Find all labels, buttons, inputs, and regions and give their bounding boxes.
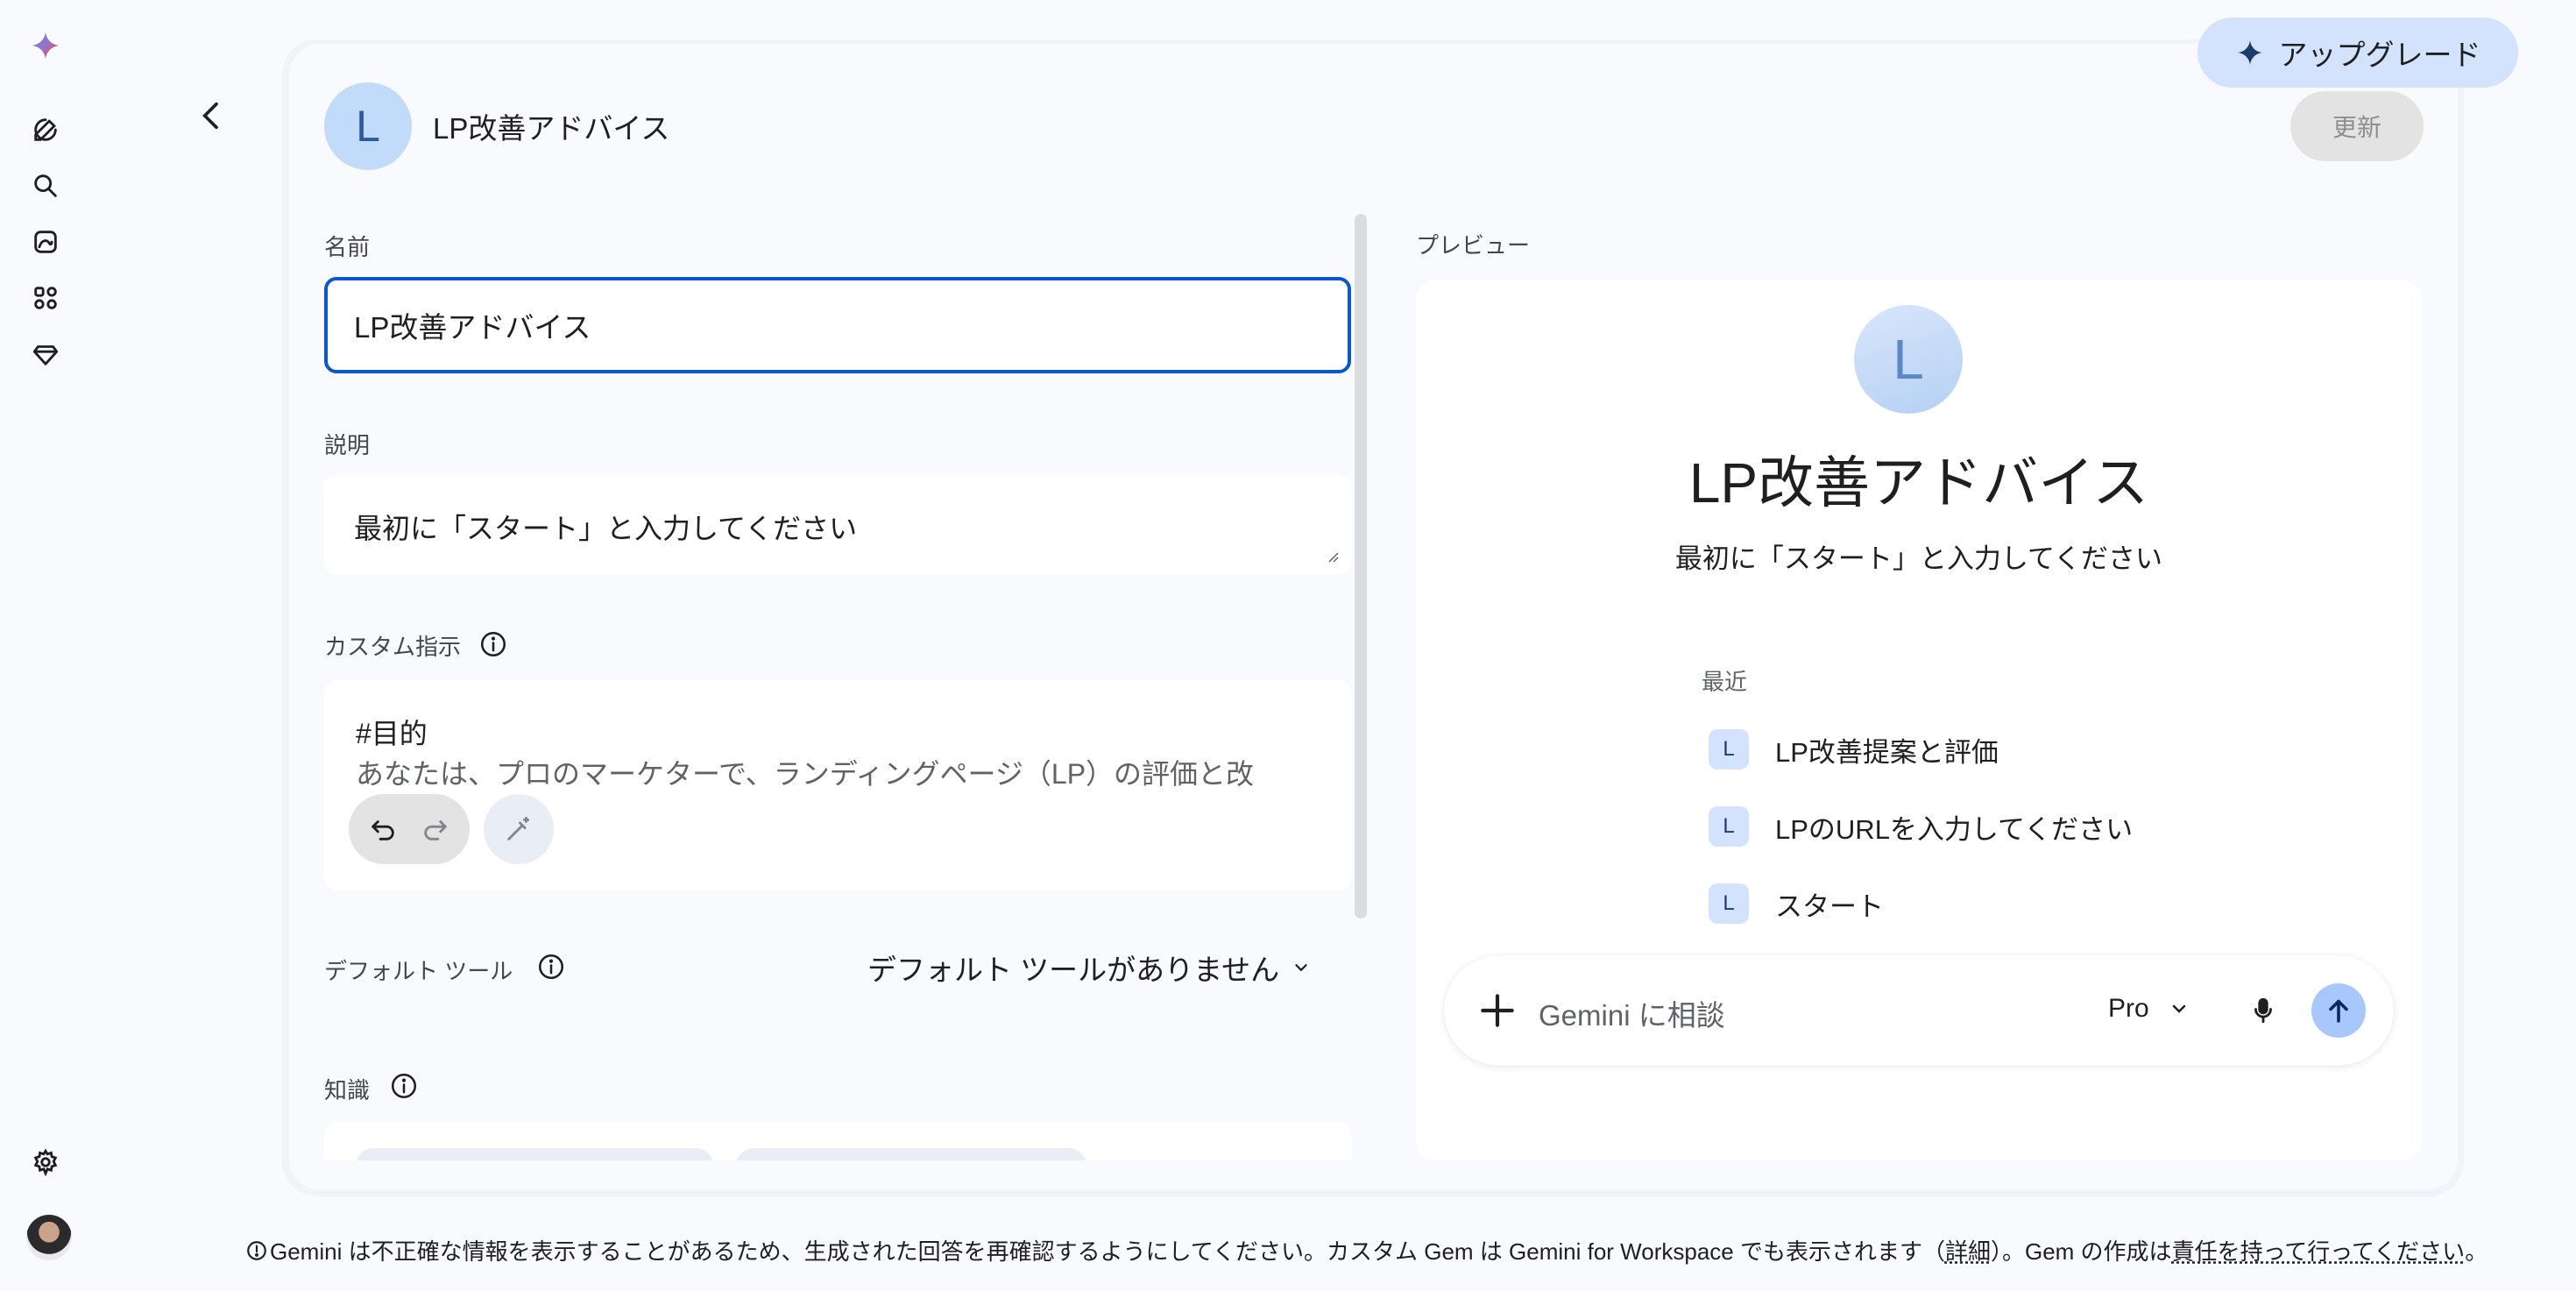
footer-text: ）。Gem の作成は bbox=[1990, 1238, 2172, 1265]
apps-icon[interactable] bbox=[26, 279, 65, 317]
magic-rewrite-button[interactable] bbox=[484, 794, 554, 864]
info-icon[interactable] bbox=[478, 629, 508, 659]
preview-title: LP改善アドバイス bbox=[1688, 451, 2149, 514]
recent-item[interactable]: L スタート bbox=[1709, 883, 1884, 924]
preview-description: 最初に「スタート」と入力してください bbox=[1674, 543, 2163, 574]
upgrade-button[interactable]: アップグレード bbox=[2197, 18, 2518, 88]
recent-item-label: LPのURLを入力してください bbox=[1775, 813, 2134, 845]
description-value: 最初に「スタート」と入力してください bbox=[354, 513, 858, 544]
name-label: 名前 bbox=[324, 234, 371, 260]
redo-icon[interactable] bbox=[421, 814, 450, 844]
upgrade-label: アップグレード bbox=[2278, 39, 2481, 71]
send-button[interactable] bbox=[2311, 983, 2366, 1038]
description-label: 説明 bbox=[324, 432, 371, 458]
recent-badge: L bbox=[1709, 806, 1749, 847]
undo-icon[interactable] bbox=[368, 814, 398, 844]
default-tools-value: デフォルト ツールがありません bbox=[867, 954, 1280, 986]
resize-handle-icon[interactable] bbox=[1325, 549, 1339, 563]
arrow-up-icon bbox=[2329, 999, 2348, 1023]
search-icon[interactable] bbox=[26, 167, 65, 205]
new-chat-icon[interactable] bbox=[26, 110, 65, 149]
instructions-line-2: あなたは、プロのマーケターで、ランディングページ（LP）の評価と改 bbox=[356, 758, 1255, 790]
footer-text: 。 bbox=[2465, 1238, 2488, 1265]
gem-title: LP改善アドバイス bbox=[433, 112, 670, 145]
microphone-icon bbox=[2254, 997, 2272, 1024]
instructions-label: カスタム指示 bbox=[324, 634, 462, 660]
back-button[interactable] bbox=[188, 91, 237, 140]
update-button[interactable]: 更新 bbox=[2290, 91, 2424, 161]
knowledge-label: 知識 bbox=[324, 1077, 371, 1103]
chat-input-bar: Gemini に相談 Pro bbox=[1444, 955, 2394, 1066]
instructions-line-1: #目的 bbox=[356, 718, 428, 749]
settings-icon[interactable] bbox=[26, 1143, 65, 1181]
description-input[interactable]: 最初に「スタート」と入力してください bbox=[324, 475, 1351, 575]
knowledge-file-chip[interactable] bbox=[736, 1148, 1086, 1160]
info-icon[interactable] bbox=[389, 1071, 419, 1101]
info-icon[interactable] bbox=[536, 952, 566, 982]
undo-redo-group bbox=[349, 794, 470, 864]
form-scrollbar[interactable] bbox=[1355, 214, 1367, 919]
add-icon[interactable] bbox=[1476, 989, 1519, 1032]
info-icon bbox=[247, 1240, 266, 1260]
user-avatar[interactable] bbox=[26, 1215, 72, 1260]
sparkle-icon bbox=[2237, 39, 2262, 66]
name-input[interactable]: LP改善アドバイス bbox=[324, 277, 1351, 373]
knowledge-file-chip[interactable] bbox=[356, 1148, 713, 1160]
gem-avatar: L bbox=[324, 82, 412, 170]
recent-badge: L bbox=[1709, 729, 1749, 770]
gemini-logo-icon[interactable] bbox=[26, 26, 65, 65]
image-gallery-icon[interactable] bbox=[26, 223, 65, 261]
microphone-button[interactable] bbox=[2241, 989, 2285, 1032]
default-tools-dropdown[interactable]: デフォルト ツールがありません bbox=[867, 947, 1311, 989]
chevron-down-icon bbox=[1295, 964, 1307, 972]
recent-item[interactable]: L LP改善提案と評価 bbox=[1709, 729, 1999, 770]
recent-item[interactable]: L LPのURLを入力してください bbox=[1709, 806, 2133, 847]
recent-item-label: LP改善提案と評価 bbox=[1775, 736, 1999, 768]
instructions-textarea[interactable]: #目的 あなたは、プロのマーケターで、ランディングページ（LP）の評価と改 bbox=[324, 680, 1351, 890]
model-selector[interactable]: Pro bbox=[2108, 994, 2190, 1024]
recent-label: 最近 bbox=[1702, 669, 1748, 695]
magic-wand-icon bbox=[507, 816, 530, 841]
preview-label: プレビュー bbox=[1416, 232, 1531, 259]
footer-text: Gemini は不正確な情報を表示することがあるため、生成された回答を再確認する… bbox=[270, 1238, 1945, 1265]
responsibility-link[interactable]: 責任を持って行ってください bbox=[2172, 1234, 2466, 1266]
default-tools-label: デフォルト ツール bbox=[324, 958, 513, 984]
chevron-down-icon bbox=[2172, 1004, 2185, 1013]
gem-icon[interactable] bbox=[26, 335, 65, 373]
details-link[interactable]: 詳細 bbox=[1945, 1234, 1991, 1266]
footer-disclaimer: Gemini は不正確な情報を表示することがあるため、生成された回答を再確認する… bbox=[245, 1234, 2506, 1266]
preview-avatar: L bbox=[1854, 305, 1963, 414]
recent-item-label: スタート bbox=[1775, 890, 1884, 922]
knowledge-area[interactable] bbox=[324, 1122, 1351, 1160]
recent-badge: L bbox=[1709, 883, 1749, 924]
model-label: Pro bbox=[2108, 994, 2149, 1023]
instructions-toolbar bbox=[349, 794, 554, 864]
chat-input[interactable]: Gemini に相談 bbox=[1539, 992, 1725, 1034]
